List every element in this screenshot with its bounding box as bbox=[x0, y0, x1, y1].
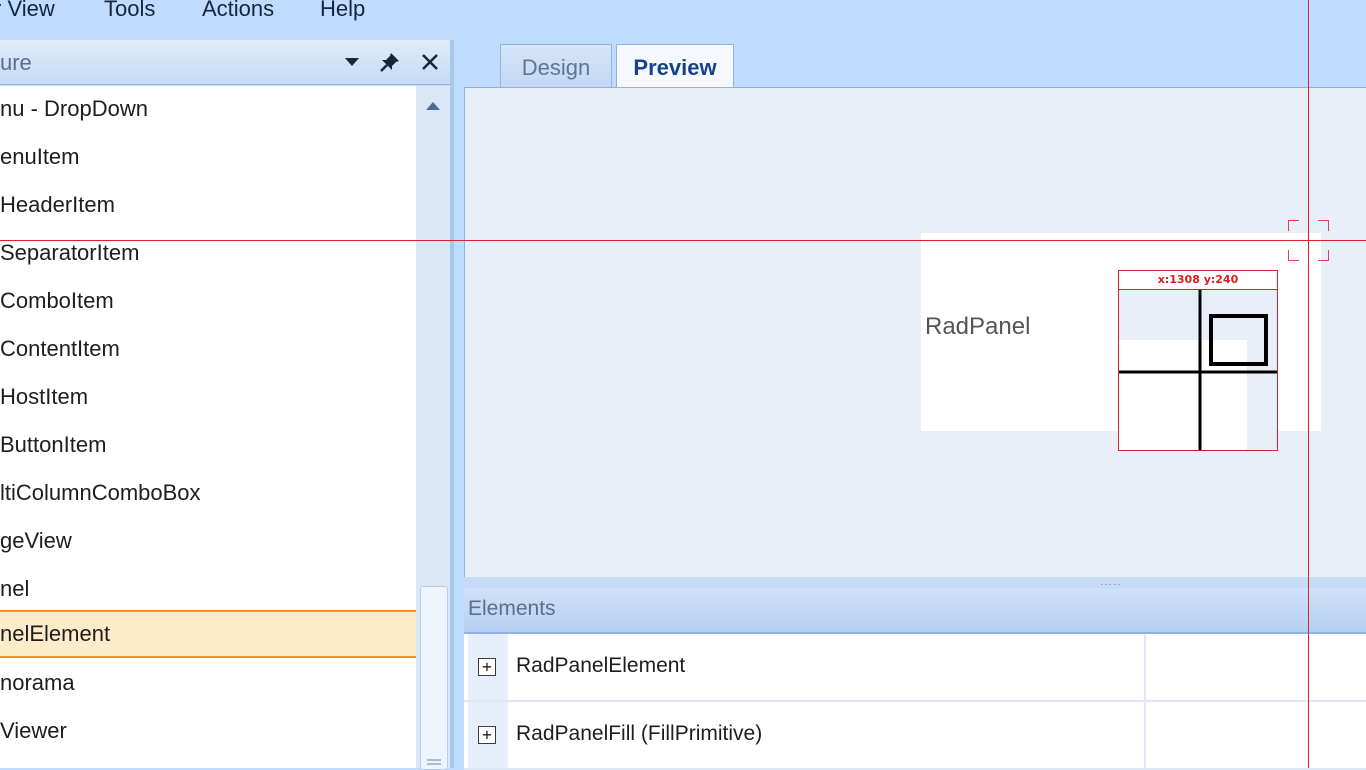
magnified-view bbox=[1119, 290, 1277, 450]
scroll-up-arrow-icon[interactable] bbox=[425, 98, 441, 116]
tree-scrollbar[interactable] bbox=[416, 86, 450, 770]
pin-icon[interactable] bbox=[376, 48, 404, 76]
tab-preview[interactable]: Preview bbox=[616, 44, 734, 89]
crosshair-corner-icon bbox=[1288, 250, 1299, 261]
table-row[interactable]: + RadPanelFill (FillPrimitive) bbox=[464, 702, 1366, 770]
tree-item[interactable]: SeparatorItem bbox=[0, 230, 416, 278]
tree-item[interactable]: ButtonItem bbox=[0, 422, 416, 470]
element-name: RadPanelFill (FillPrimitive) bbox=[516, 722, 763, 745]
elements-panel-title: Elements bbox=[468, 597, 556, 620]
tool-window-title: ure bbox=[0, 50, 32, 75]
menu-actions[interactable]: Actions bbox=[202, 0, 274, 22]
crosshair-horizontal-line bbox=[0, 240, 1366, 241]
tree-item[interactable]: enuItem bbox=[0, 134, 416, 182]
tree-item[interactable]: nel bbox=[0, 566, 416, 614]
elements-grid: + RadPanelElement + RadPanelFill (FillPr… bbox=[464, 634, 1366, 770]
tree-item[interactable]: ContentItem bbox=[0, 326, 416, 374]
menu-bar: r View Tools Actions Help bbox=[0, 0, 1366, 40]
crosshair-vertical-line bbox=[1308, 0, 1309, 768]
menu-tools[interactable]: Tools bbox=[104, 0, 155, 22]
crosshair-corner-icon bbox=[1318, 250, 1329, 261]
magnifier-window: x:1308 y:240 bbox=[1118, 270, 1278, 451]
tree-item[interactable]: norama bbox=[0, 660, 416, 708]
scrollbar-thumb[interactable] bbox=[420, 586, 448, 770]
document-tabstrip: Design Preview bbox=[456, 40, 1366, 89]
element-name: RadPanelElement bbox=[516, 654, 686, 677]
tree-item[interactable]: ltiColumnComboBox bbox=[0, 470, 416, 518]
tool-window-header: ure bbox=[0, 40, 452, 85]
column-separator bbox=[1144, 634, 1146, 768]
close-icon[interactable] bbox=[416, 48, 444, 76]
tool-window-splitter[interactable] bbox=[450, 40, 454, 768]
radpanel-label: RadPanel bbox=[925, 313, 1031, 340]
coordinate-readout: x:1308 y:240 bbox=[1119, 271, 1277, 290]
tree-item[interactable]: ComboItem bbox=[0, 278, 416, 326]
horizontal-splitter[interactable]: ····· bbox=[464, 577, 1366, 590]
tree-item[interactable]: geView bbox=[0, 518, 416, 566]
tree-item[interactable]: nu - DropDown bbox=[0, 86, 416, 134]
expand-icon[interactable]: + bbox=[478, 726, 496, 744]
expand-icon[interactable]: + bbox=[478, 658, 496, 676]
crosshair-corner-icon bbox=[1288, 220, 1299, 231]
menu-help[interactable]: Help bbox=[320, 0, 365, 22]
tree-item[interactable]: HostItem bbox=[0, 374, 416, 422]
tab-design[interactable]: Design bbox=[500, 44, 612, 89]
tree-item[interactable]: Viewer bbox=[0, 708, 416, 756]
grip-icon bbox=[427, 759, 441, 765]
elements-panel-header: Elements bbox=[464, 588, 1366, 634]
crosshair-corner-icon bbox=[1318, 220, 1329, 231]
control-tree: nu - DropDown enuItem HeaderItem Separat… bbox=[0, 86, 416, 768]
tree-item[interactable]: HeaderItem bbox=[0, 182, 416, 230]
menu-view[interactable]: r View bbox=[0, 0, 55, 22]
dropdown-arrow-icon[interactable] bbox=[338, 48, 366, 76]
table-row[interactable]: + RadPanelElement bbox=[464, 634, 1366, 702]
tree-item-selected[interactable]: nelElement bbox=[0, 610, 416, 658]
